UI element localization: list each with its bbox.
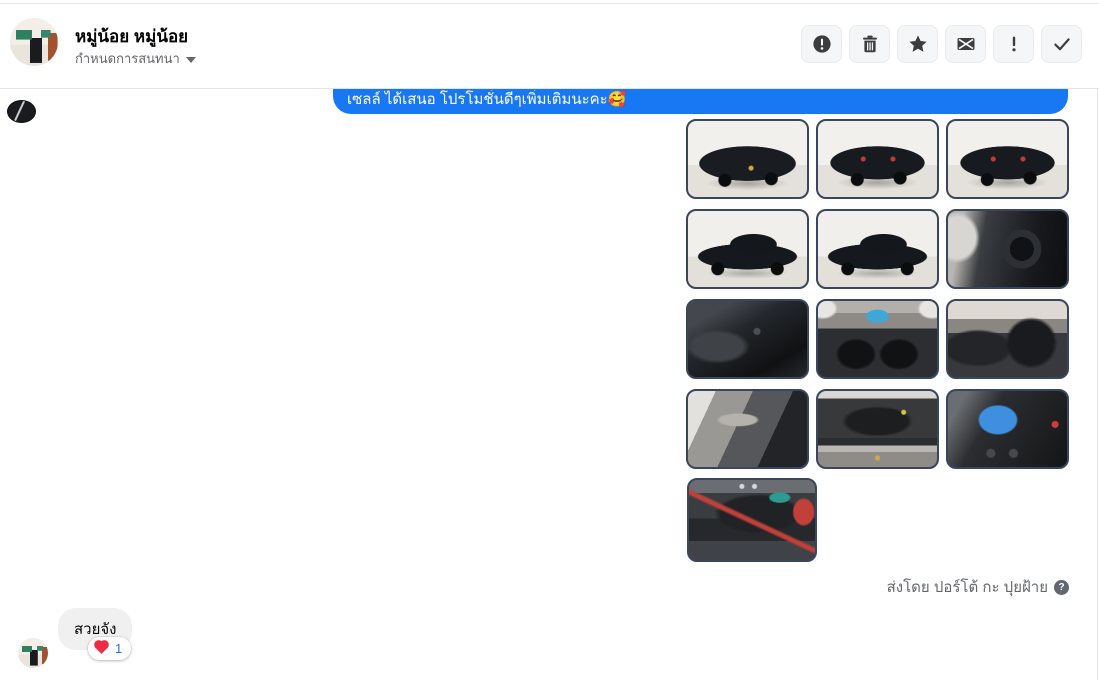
envelope-x-icon [956,34,976,54]
mark-done-button[interactable] [1041,25,1082,63]
conversation-header: หมู่น้อย หมู่น้อย กำหนดการสนทนา [0,4,1099,89]
photo-thumbnail-truck-rear[interactable] [816,119,939,199]
reaction-pill[interactable]: 1 [88,637,132,660]
help-icon[interactable]: ? [1054,579,1069,595]
report-button[interactable] [801,25,842,63]
mark-unread-button[interactable] [945,25,986,63]
trash-icon [860,34,880,54]
exclamation-icon [1004,34,1024,54]
reaction-count: 1 [115,641,123,656]
photo-thumbnail-cabin-seats[interactable] [946,299,1069,379]
photo-thumbnail-door-panel[interactable] [686,389,809,469]
delete-button[interactable] [849,25,890,63]
conversation-schedule-label: กำหนดการสนทนา [75,51,180,66]
sent-by-row: ส่งโดย ปอร์โต้ กะ ปุยฝ้าย ? [887,575,1069,599]
mark-important-button[interactable] [993,25,1034,63]
check-icon [1052,34,1072,54]
photo-thumbnail-cockpit-wheel[interactable] [946,209,1069,289]
chevron-down-icon [185,56,196,63]
heart-reaction-icon [95,640,108,654]
photo-thumbnail-radio[interactable] [946,389,1069,469]
conversation-schedule-dropdown[interactable]: กำหนดการสนทนา [75,48,196,69]
star-button[interactable] [897,25,938,63]
photo-thumbnail-truck-front[interactable] [686,119,809,199]
outgoing-message-text: เซลล์ ได้เสนอ โปรโมชั่นดีๆเพิ่มเติมนะคะ🥰 [347,91,627,108]
report-circle-icon [812,34,832,54]
inbox-conversation-view: หมู่น้อย หมู่น้อย กำหนดการสนทนา เซลล์ ได… [0,0,1099,680]
dealer-logo-avatar[interactable] [7,100,36,123]
page-title[interactable]: หมู่น้อย หมู่น้อย [75,23,188,50]
photo-grid [686,119,1069,469]
avatar[interactable] [10,18,58,66]
photo-thumbnail-truck-side[interactable] [686,209,809,289]
photo-thumbnail-console[interactable] [686,299,809,379]
avatar-small[interactable] [18,638,48,668]
outgoing-message-bubble[interactable]: เซลล์ ได้เสนอ โปรโมชั่นดีๆเพิ่มเติมนะคะ🥰 [333,89,1068,114]
photo-thumbnail-truck-side-front[interactable] [816,209,939,289]
star-icon [908,34,928,54]
photo-thumbnail-dashboard[interactable] [816,299,939,379]
photo-thumbnail-truck-rear-right[interactable] [946,119,1069,199]
header-action-bar [801,25,1082,63]
incoming-message-text: สวยจัง [74,621,117,638]
photo-thumbnail-single[interactable] [687,478,817,562]
sent-by-text: ส่งโดย ปอร์โต้ กะ ปุยฝ้าย [886,579,1048,596]
photo-thumbnail-engine-bay[interactable] [816,389,939,469]
messages-scroll-area[interactable]: เซลล์ ได้เสนอ โปรโมชั่นดีๆเพิ่มเติมนะคะ🥰… [0,89,1099,680]
right-divider [1097,89,1098,680]
